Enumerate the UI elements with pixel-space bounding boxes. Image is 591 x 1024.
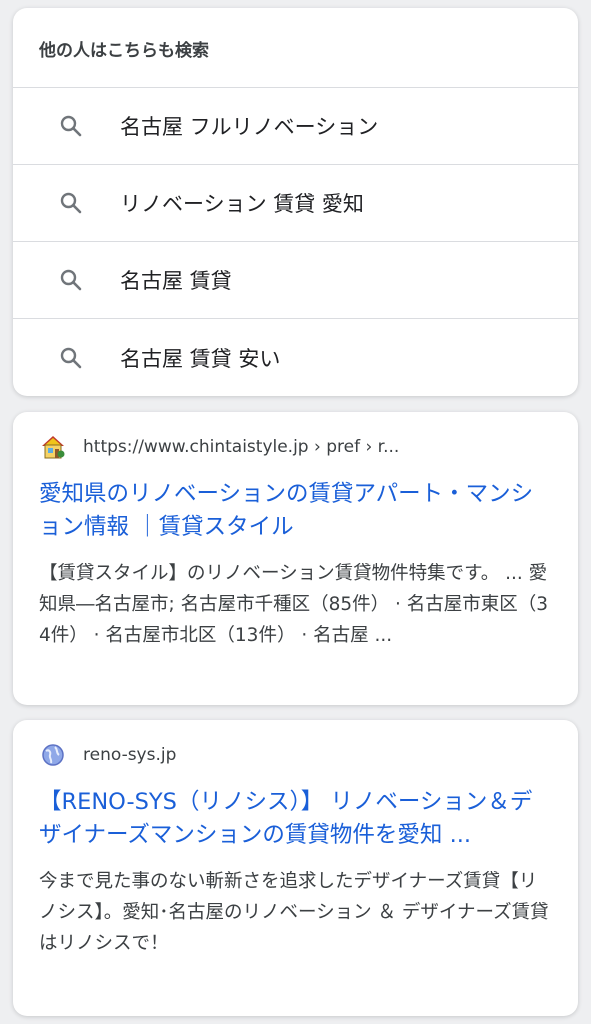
search-result-card: https://www.chintaistyle.jp › pref › r..…: [13, 412, 578, 705]
result-url: reno-sys.jp: [83, 745, 177, 765]
related-search-label: リノベーション 賃貸 愛知: [120, 192, 364, 216]
result-snippet: 【賃貸スタイル】のリノベーション賃貸物件特集です。 ... 愛知県―名古屋市; …: [39, 563, 549, 646]
search-result-card: reno-sys.jp 【RENO-SYS（リノシス）】 リノベーション＆デザイ…: [13, 720, 578, 1016]
house-icon: [39, 433, 67, 461]
search-icon: [58, 267, 84, 293]
globe-icon: [39, 741, 67, 769]
related-search-item[interactable]: リノベーション 賃貸 愛知: [13, 165, 578, 242]
search-icon: [58, 345, 84, 371]
related-search-label: 名古屋 賃貸 安い: [120, 346, 281, 371]
related-search-label: 名古屋 フルリノベーション: [120, 115, 379, 139]
people-also-search-heading: 他の人はこちらも検索: [13, 8, 578, 88]
result-url-row[interactable]: reno-sys.jp: [39, 740, 552, 770]
result-url: https://www.chintaistyle.jp › pref › r..…: [83, 437, 400, 457]
related-search-item[interactable]: 名古屋 賃貸: [13, 242, 578, 319]
search-icon: [58, 190, 84, 216]
search-icon: [58, 113, 84, 139]
related-search-item[interactable]: 名古屋 賃貸 安い: [13, 319, 578, 396]
result-snippet: 今まで見た事のない斬新さを追求したデザイナーズ賃貸【リノシス】。愛知･名古屋のリ…: [39, 871, 549, 954]
related-search-item[interactable]: 名古屋 フルリノベーション: [13, 88, 578, 165]
people-also-search-card: 他の人はこちらも検索 名古屋 フルリノベーション リノベーション 賃貸 愛知 名…: [13, 8, 578, 396]
result-url-row[interactable]: https://www.chintaistyle.jp › pref › r..…: [39, 432, 552, 462]
related-search-label: 名古屋 賃貸: [120, 269, 232, 293]
result-title-link[interactable]: 愛知県のリノベーションの賃貸アパート・マンション情報 ｜賃貸スタイル: [39, 478, 552, 544]
result-title-link[interactable]: 【RENO-SYS（リノシス）】 リノベーション＆デザイナーズマンションの賃貸物…: [39, 786, 552, 852]
